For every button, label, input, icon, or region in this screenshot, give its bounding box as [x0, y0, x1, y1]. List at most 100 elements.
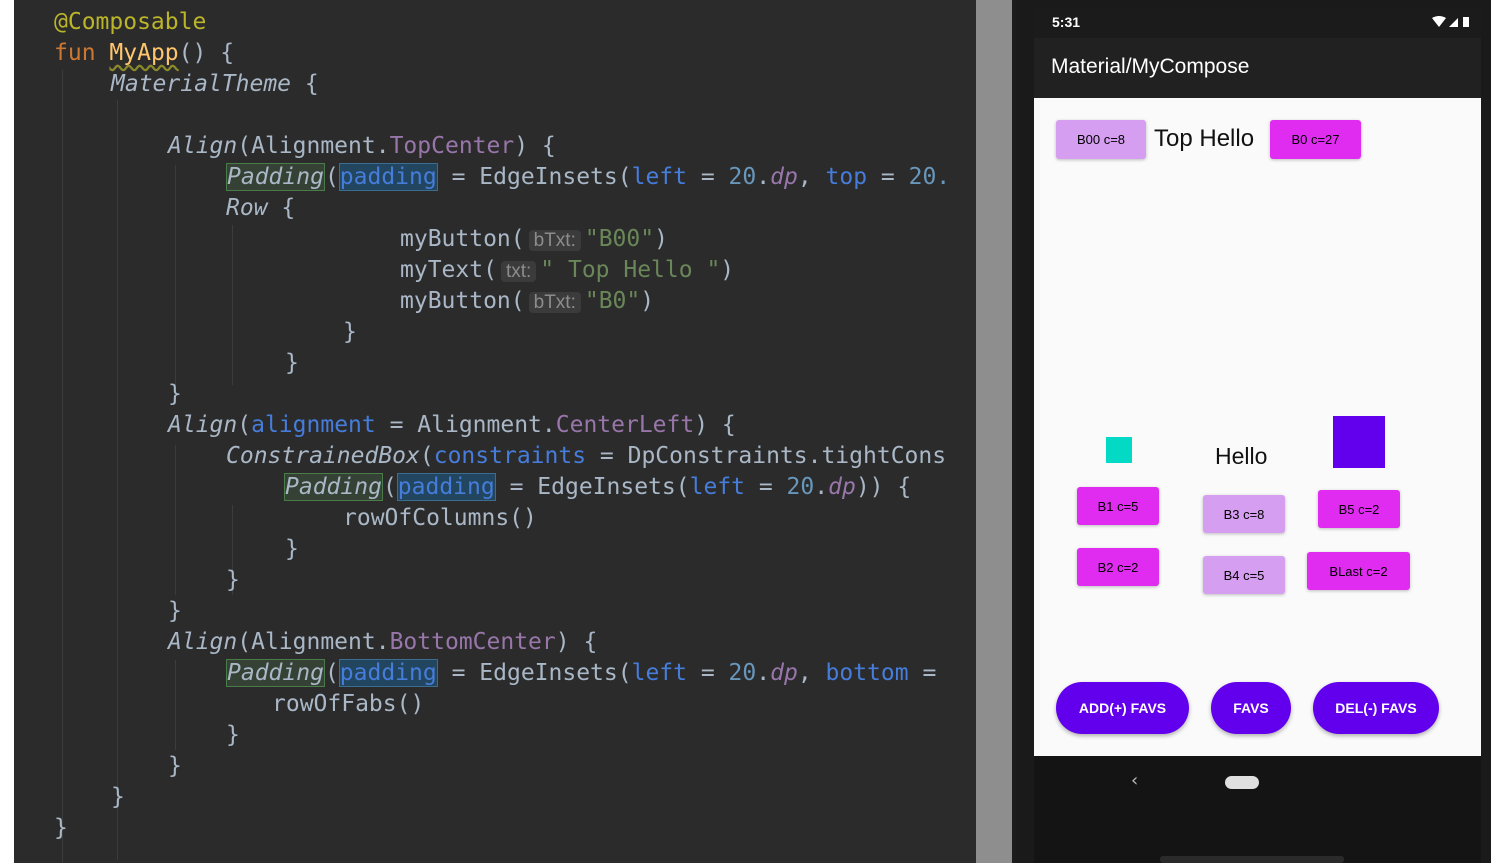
navigation-bar: ‹	[1034, 756, 1481, 863]
call-name: MaterialTheme	[111, 71, 292, 97]
b0-button[interactable]: B0 c=27	[1270, 120, 1361, 159]
call-name: Align	[168, 629, 238, 655]
code-line-2: fun MyApp() {	[54, 38, 234, 69]
code-text: () {	[178, 40, 235, 66]
home-pill-icon[interactable]	[1225, 776, 1259, 789]
app-title: Material/MyCompose	[1051, 55, 1250, 78]
code-text: )	[720, 257, 735, 283]
code-line-3: MaterialTheme {	[111, 69, 319, 100]
code-line-18: }	[285, 534, 299, 565]
param-name: constraints	[433, 443, 587, 469]
emulator-screen: 5:31 Material/MyCompose B00 c=8 Top Hell…	[1016, 0, 1491, 863]
code-text: }	[168, 753, 182, 779]
code-text: }	[285, 350, 299, 376]
status-bar: 5:31	[1034, 8, 1481, 38]
param-name: bottom	[825, 660, 909, 686]
call-name: Align	[168, 412, 238, 438]
code-editor[interactable]: @Composable fun MyApp() { MaterialTheme …	[14, 0, 976, 863]
code-text: )	[640, 288, 655, 314]
call-name: Padding	[284, 473, 383, 501]
param-name: padding	[396, 473, 496, 501]
code-line-17: rowOfColumns()	[343, 503, 537, 534]
enum-value: TopCenter	[389, 133, 515, 159]
string-literal: " Top Hello "	[540, 257, 721, 283]
code-text: {	[291, 71, 319, 97]
code-line-13: }	[168, 379, 182, 410]
param-name: top	[825, 164, 868, 190]
code-text: }	[54, 815, 68, 841]
indent-guide	[62, 70, 63, 863]
call-name: Padding	[226, 163, 325, 191]
code-text: .	[814, 474, 829, 500]
param-name: left	[631, 660, 687, 686]
indent-guide	[175, 445, 176, 595]
code-line-15: ConstrainedBox(constraints = DpConstrain…	[226, 441, 946, 472]
code-text: )) {	[855, 474, 912, 500]
code-line-14: Align(alignment = Alignment.CenterLeft) …	[168, 410, 736, 441]
code-text: }	[226, 722, 240, 748]
number: 20	[728, 164, 757, 190]
code-line-23: rowOfFabs()	[272, 689, 424, 720]
number: 20	[728, 660, 757, 686]
code-text: }	[168, 598, 182, 624]
code-text: ,	[797, 660, 826, 686]
b1-button[interactable]: B1 c=5	[1077, 487, 1159, 525]
param-name: left	[689, 474, 745, 500]
call-name: Row	[226, 195, 268, 221]
code-text: }	[168, 381, 182, 407]
call-name: Align	[168, 133, 238, 159]
b2-button[interactable]: B2 c=2	[1077, 548, 1159, 586]
unit: dp	[828, 474, 856, 500]
blast-button[interactable]: BLast c=2	[1307, 552, 1410, 590]
b4-button[interactable]: B4 c=5	[1203, 556, 1285, 594]
code-text: =	[687, 164, 729, 190]
code-line-24: }	[226, 720, 240, 751]
code-text: (	[324, 660, 339, 686]
code-line-9: myText(txt: " Top Hello ")	[400, 255, 734, 286]
param-hint: bTxt:	[528, 230, 581, 251]
code-line-12: }	[285, 348, 299, 379]
purple-box	[1333, 416, 1385, 468]
code-text: =	[745, 474, 787, 500]
wifi-icon	[1432, 16, 1446, 27]
unit: dp	[770, 164, 798, 190]
code-text: = EdgeInsets(	[495, 474, 690, 500]
code-line-27: }	[54, 813, 68, 844]
code-line-20: }	[168, 596, 182, 627]
keyword: fun	[54, 40, 96, 66]
call-name: Padding	[226, 659, 325, 687]
code-line-11: }	[343, 317, 357, 348]
code-text: rowOfFabs()	[272, 691, 425, 717]
battery-icon	[1463, 17, 1469, 27]
hello-text: Hello	[1215, 443, 1268, 469]
annotation: @Composable	[54, 9, 207, 35]
back-arrow-icon[interactable]: ‹	[1131, 770, 1138, 791]
code-text: myText(	[400, 257, 497, 283]
param-name: padding	[338, 659, 438, 687]
del-favs-fab[interactable]: DEL(-) FAVS	[1313, 682, 1439, 734]
code-text: .	[756, 164, 771, 190]
code-text: }	[226, 567, 240, 593]
split-divider[interactable]	[976, 0, 1016, 863]
code-line-25: }	[168, 751, 182, 782]
code-line-19: }	[226, 565, 240, 596]
add-favs-fab[interactable]: ADD(+) FAVS	[1056, 682, 1189, 734]
param-hint: txt:	[500, 261, 537, 282]
enum-value: BottomCenter	[389, 629, 556, 655]
code-text: = Alignment.	[375, 412, 556, 438]
code-text: }	[111, 784, 125, 810]
teal-box	[1106, 437, 1132, 463]
code-text: =	[687, 660, 729, 686]
status-time: 5:31	[1052, 14, 1081, 30]
code-line-5: Align(Alignment.TopCenter) {	[168, 131, 556, 162]
code-text: ) {	[514, 133, 556, 159]
code-line-6: Padding(padding = EdgeInsets(left = 20.d…	[226, 162, 950, 193]
b3-button[interactable]: B3 c=8	[1203, 495, 1285, 533]
top-hello-text: Top Hello	[1154, 125, 1255, 152]
b00-button[interactable]: B00 c=8	[1056, 120, 1146, 159]
code-line-8: myButton(bTxt: "B00")	[400, 224, 668, 255]
favs-fab[interactable]: FAVS	[1211, 682, 1291, 734]
code-text: }	[285, 536, 299, 562]
b5-button[interactable]: B5 c=2	[1318, 490, 1400, 528]
code-text: ) {	[555, 629, 598, 655]
